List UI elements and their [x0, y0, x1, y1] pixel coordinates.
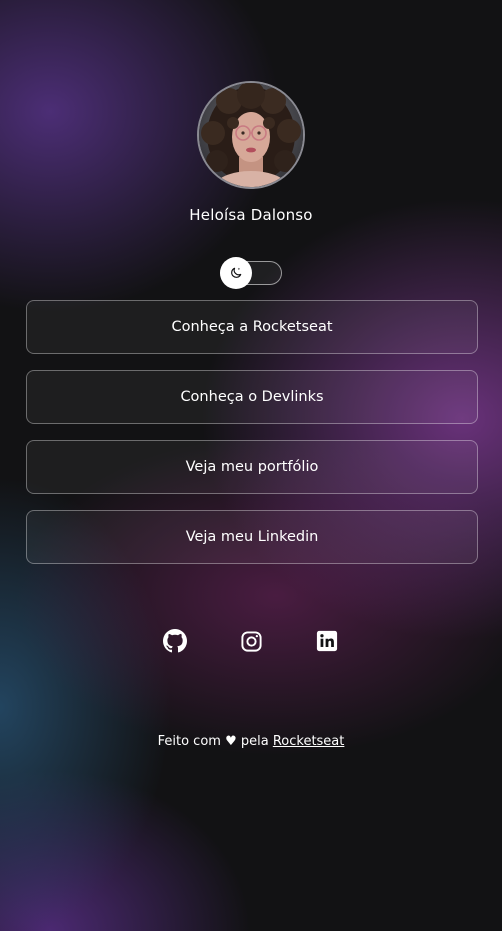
list-item: Conheça a Rocketseat: [26, 300, 478, 354]
profile: Heloísa Dalonso: [0, 81, 502, 289]
footer-text: Feito com ♥ pela: [157, 734, 273, 749]
list-item: Conheça o Devlinks: [26, 370, 478, 424]
github-icon: [163, 629, 187, 653]
moon-icon: [231, 267, 242, 278]
instagram-link[interactable]: [239, 628, 263, 654]
list-item: Veja meu Linkedin: [26, 510, 478, 564]
link-rocketseat-button[interactable]: Conheça a Rocketseat: [26, 300, 478, 354]
avatar: [197, 81, 305, 189]
switch-knob[interactable]: [220, 257, 252, 289]
footer: Feito com ♥ pela Rocketseat: [0, 734, 502, 749]
links-list: Conheça a Rocketseat Conheça o Devlinks …: [26, 300, 478, 580]
profile-name: Heloísa Dalonso: [189, 206, 313, 224]
link-linkedin-button[interactable]: Veja meu Linkedin: [26, 510, 478, 564]
footer-rocketseat-link[interactable]: Rocketseat: [273, 734, 345, 749]
link-devlinks-button[interactable]: Conheça o Devlinks: [26, 370, 478, 424]
profile-photo: [199, 83, 303, 187]
link-portfolio-button[interactable]: Veja meu portfólio: [26, 440, 478, 494]
linkedin-icon: [316, 630, 338, 652]
instagram-icon: [240, 630, 262, 652]
list-item: Veja meu portfólio: [26, 440, 478, 494]
github-link[interactable]: [163, 628, 187, 654]
linkedin-link[interactable]: [315, 628, 339, 654]
social-links: [0, 628, 502, 654]
theme-switch[interactable]: [220, 257, 282, 289]
